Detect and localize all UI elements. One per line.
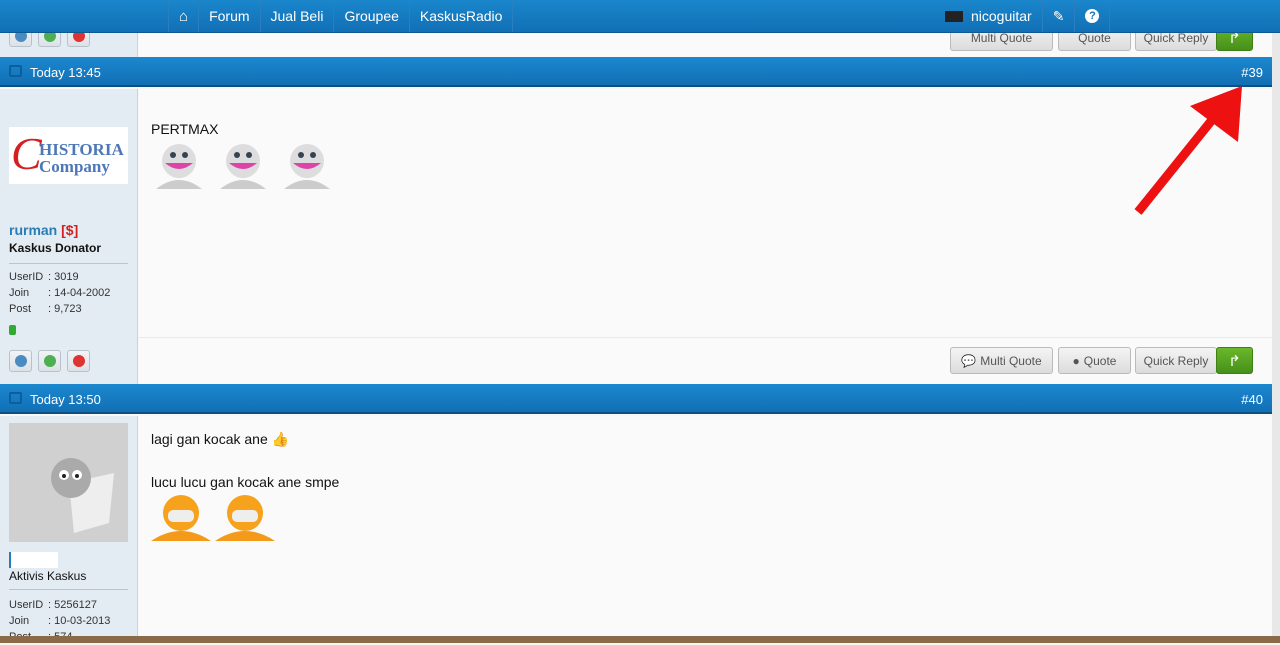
divider [9, 263, 128, 264]
user-rank: Aktivis Kaskus [9, 569, 87, 583]
nav-left: ⌂ Forum Jual Beli Groupee KaskusRadio [168, 0, 514, 32]
top-navbar: ⌂ Forum Jual Beli Groupee KaskusRadio ni… [0, 0, 1280, 33]
post-header: Today 13:45 #39 [0, 57, 1272, 87]
chat-icon: 💬 [961, 353, 977, 368]
username: nicoguitar [971, 8, 1032, 24]
taskbar [0, 636, 1280, 643]
speech-icon: ● [1072, 353, 1080, 368]
grin-smiley-icon [151, 493, 211, 541]
smiley-icon [154, 141, 204, 189]
smiley-icon [218, 141, 268, 189]
question-icon[interactable]: ? [1074, 0, 1111, 32]
nav-forum[interactable]: Forum [198, 0, 259, 32]
smiley-icon [282, 141, 332, 189]
post-date: Today 13:50 [30, 392, 101, 407]
post-body [139, 416, 1272, 636]
post-text: PERTMAX [151, 121, 219, 137]
annotation-arrow-icon [1134, 86, 1242, 215]
default-avatar[interactable] [9, 423, 128, 542]
report-button[interactable] [67, 350, 90, 372]
avatar-logo-text: HISTORIA Company [39, 140, 123, 176]
prev-post-main: Multi Quote Quote Quick Reply ↱ [139, 24, 1272, 57]
quote-button[interactable]: ● Quote [1058, 347, 1131, 374]
user-rank: Kaskus Donator [9, 241, 102, 255]
pencil-icon[interactable]: ✎ [1041, 0, 1075, 32]
nav-right: nicoguitar ✎ ? [935, 0, 1111, 32]
post-body: 💬 Multi Quote ● Quote Quick Reply ↱ [139, 89, 1272, 384]
username-link[interactable]: rurman [$] [9, 222, 78, 238]
post-date: Today 13:45 [30, 65, 101, 80]
scrollbar[interactable] [1272, 33, 1280, 636]
profile-button[interactable] [9, 350, 32, 372]
user-sidebar: C HISTORIA Company rurman [$] Kaskus Don… [0, 89, 138, 384]
message-button[interactable] [38, 350, 61, 372]
user-sidebar: Aktivis Kaskus UserID: 5256127 Join: 10-… [0, 416, 138, 643]
user-info: UserID: 3019 Join: 14-04-2002 Post: 9,72… [9, 271, 111, 315]
thumbs-up-icon: 👍 [271, 431, 290, 447]
grin-smiley-icon [215, 493, 275, 541]
multi-quote-button[interactable]: 💬 Multi Quote [950, 347, 1053, 374]
online-status-icon [9, 325, 16, 335]
post-header: Today 13:50 #40 [0, 384, 1272, 414]
checkbox-icon[interactable] [9, 65, 22, 77]
prev-post-sidebar [0, 25, 138, 57]
reply-arrow-icon[interactable]: ↱ [1216, 347, 1253, 374]
user-avatar[interactable]: C HISTORIA Company [9, 127, 128, 184]
home-icon[interactable]: ⌂ [168, 0, 198, 32]
post-number[interactable]: #40 [1241, 392, 1263, 407]
nav-groupee[interactable]: Groupee [333, 0, 408, 32]
user-menu[interactable]: nicoguitar [935, 0, 1042, 32]
checkbox-icon[interactable] [9, 392, 22, 404]
post-text: lucu lucu gan kocak ane smpe [151, 474, 340, 490]
user-avatar-icon [945, 10, 963, 22]
username-link[interactable] [9, 552, 58, 568]
post-number[interactable]: #39 [1241, 65, 1263, 80]
divider [9, 589, 128, 590]
nav-jual-beli[interactable]: Jual Beli [259, 0, 334, 32]
avatar-logo-c: C [11, 128, 42, 179]
nav-kaskusradio[interactable]: KaskusRadio [408, 0, 514, 32]
quick-reply-button[interactable]: Quick Reply [1135, 347, 1217, 374]
post-text: lagi gan kocak ane 👍 [151, 431, 290, 447]
